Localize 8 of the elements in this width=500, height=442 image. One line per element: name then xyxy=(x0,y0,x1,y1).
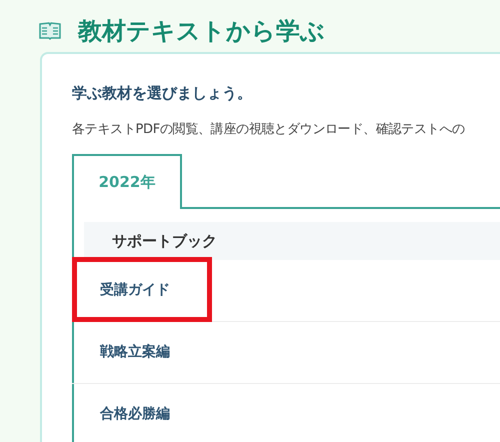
material-link[interactable]: 戦略立案編 xyxy=(72,322,500,384)
book-icon xyxy=(38,21,62,41)
section-header: サポートブック xyxy=(84,222,500,260)
page-title: 教材テキストから学ぶ xyxy=(78,19,325,43)
material-link[interactable]: 合格必勝編 xyxy=(72,384,500,442)
card-description: 各テキストPDFの閲覧、講座の視聴とダウンロード、確認テストへの xyxy=(72,121,466,139)
card-heading: 学ぶ教材を選びましょう。 xyxy=(72,84,253,102)
material-link[interactable]: 受講ガイド xyxy=(72,260,500,322)
